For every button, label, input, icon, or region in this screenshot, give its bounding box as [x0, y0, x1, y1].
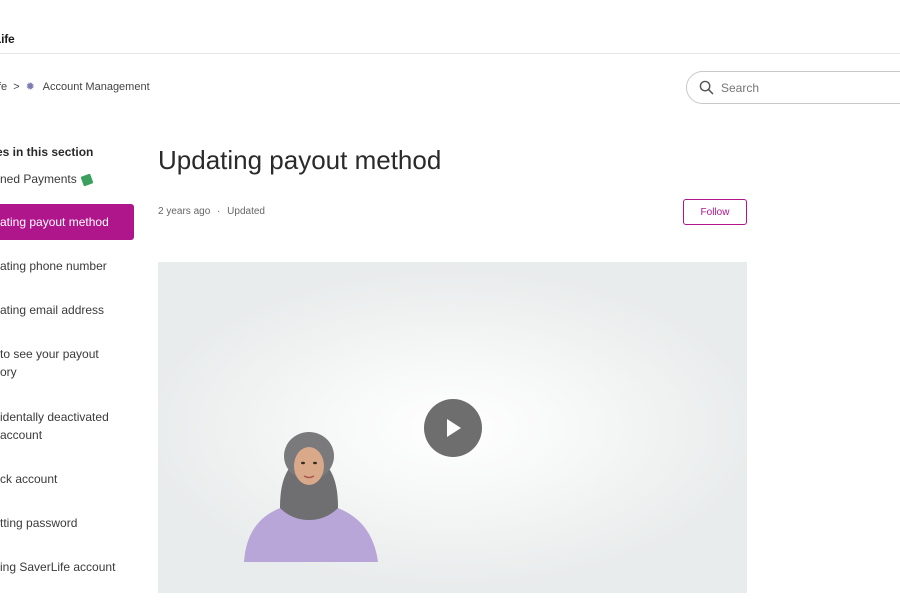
- sidebar-item-label: ing SaverLife account: [0, 560, 116, 574]
- sidebar-item-earned-payments[interactable]: rned Payments: [0, 170, 130, 188]
- presenter-image: [244, 432, 378, 562]
- gear-icon: ✹: [25, 80, 35, 93]
- sidebar-item-label: ating payout method: [0, 215, 109, 229]
- search-input[interactable]: [721, 80, 891, 95]
- money-icon: [80, 173, 94, 187]
- sidebar-item-label-line2: ory: [0, 365, 17, 379]
- search-box[interactable]: [686, 71, 900, 104]
- article-meta: 2 years ago · Updated: [158, 206, 265, 217]
- search-icon: [699, 80, 714, 95]
- logo-text: Life: [0, 32, 15, 46]
- breadcrumb-separator: >: [13, 81, 20, 93]
- sidebar-item-updating-email-address[interactable]: ating email address: [0, 301, 134, 319]
- sidebar-item-label: tting password: [0, 516, 78, 530]
- article-status: Updated: [227, 206, 265, 217]
- sidebar-item-updating-phone-number[interactable]: ating phone number: [0, 257, 134, 275]
- sidebar-item-label: rned Payments: [0, 172, 77, 186]
- sidebar-item-label: identally deactivated: [0, 410, 109, 424]
- article-title: Updating payout method: [158, 145, 442, 175]
- breadcrumb-current[interactable]: Account Management: [43, 81, 150, 93]
- sidebar-item-label: to see your payout: [0, 347, 99, 361]
- breadcrumb-parent[interactable]: fe: [0, 81, 7, 93]
- sidebar-item-label-line2: account: [0, 428, 43, 442]
- article-age: 2 years ago: [158, 206, 211, 217]
- sidebar-item-label: ating phone number: [0, 259, 107, 273]
- saverlife-logo[interactable]: Life: [0, 6, 34, 46]
- meta-separator: ·: [217, 206, 221, 217]
- sidebar-item-resetting-password[interactable]: tting password: [0, 514, 134, 532]
- play-icon[interactable]: [424, 399, 482, 457]
- sidebar-item-label: ck account: [0, 472, 58, 486]
- sidebar-item-updating-payout-method[interactable]: ating payout method: [0, 204, 134, 240]
- sidebar-item-lock-account[interactable]: ck account: [0, 470, 134, 488]
- top-header: Life: [0, 0, 900, 54]
- follow-button[interactable]: Follow: [683, 199, 747, 225]
- breadcrumb: fe > ✹ Account Management: [0, 81, 150, 93]
- sidebar-item-accidentally-deactivated[interactable]: identally deactivated account: [0, 408, 134, 444]
- sidebar-item-payout-history[interactable]: to see your payout ory: [0, 345, 134, 381]
- sidebar-heading: es in this section: [0, 145, 94, 159]
- sidebar-item-deleting-account[interactable]: ing SaverLife account: [0, 558, 134, 576]
- video-player[interactable]: [158, 262, 747, 593]
- sidebar-item-label: ating email address: [0, 303, 105, 317]
